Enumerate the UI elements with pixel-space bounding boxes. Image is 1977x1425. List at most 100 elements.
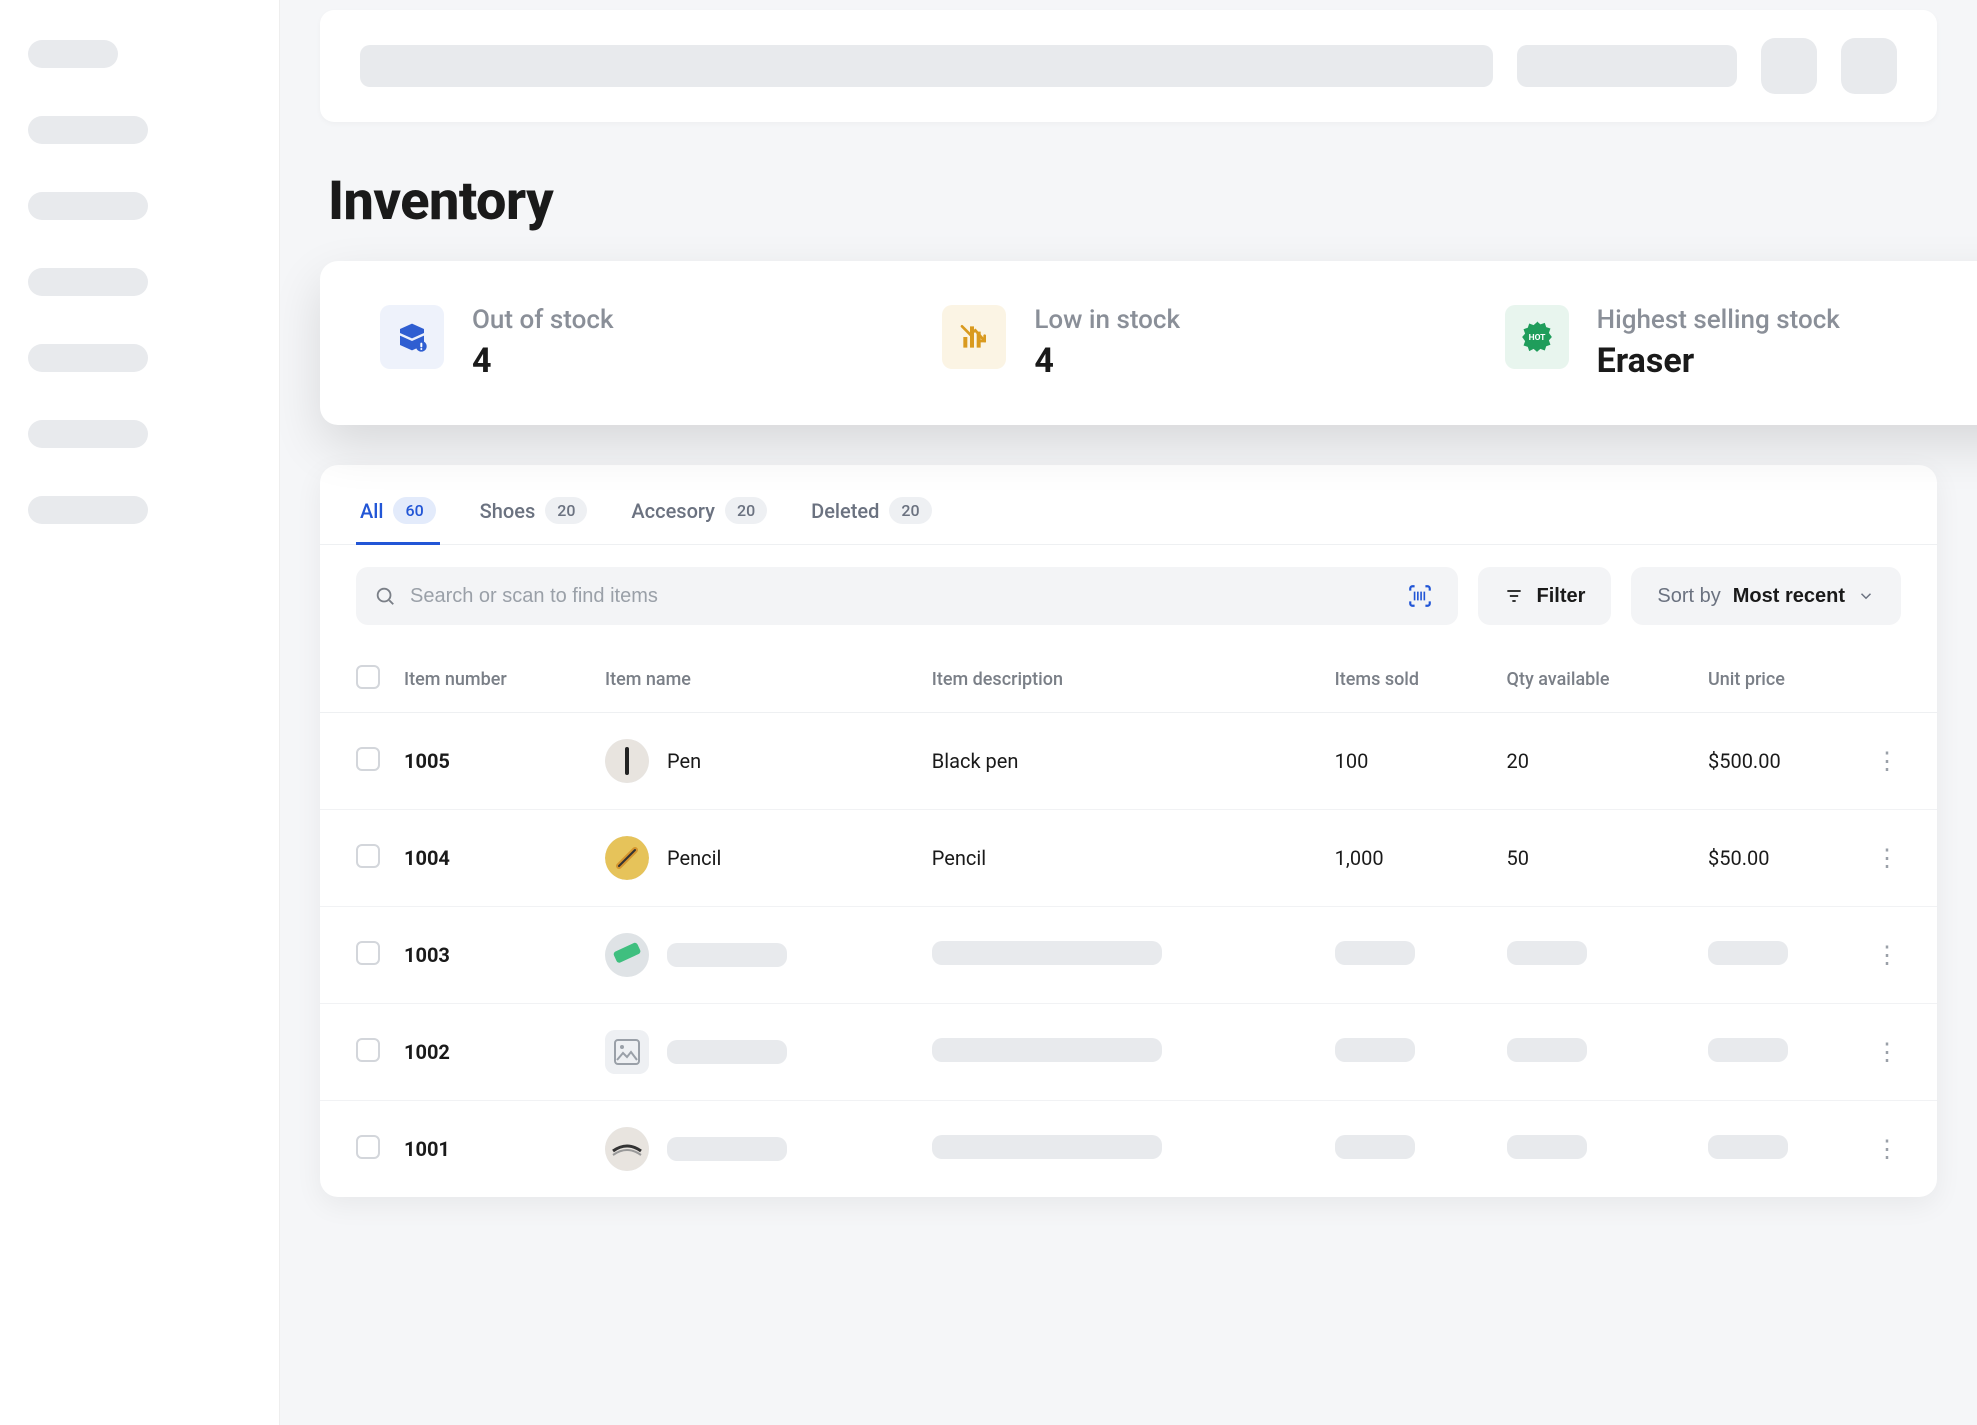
placeholder [667,1137,787,1161]
sort-value: Most recent [1733,585,1845,608]
row-checkbox[interactable] [356,941,380,965]
placeholder [1708,1135,1788,1159]
sidebar-item[interactable] [28,116,148,144]
table-row[interactable]: 1002 ⋮ [320,1004,1937,1101]
tab-all[interactable]: All 60 [356,487,440,545]
barcode-scan-icon[interactable] [1400,576,1440,616]
cell-items-sold [1323,1101,1495,1198]
search-input[interactable] [410,585,1386,608]
hot-badge-icon: HOT [1505,305,1569,369]
search-field[interactable] [356,567,1458,625]
cell-unit-price: $500.00 [1696,713,1861,810]
svg-text:HOT: HOT [1528,333,1546,343]
placeholder [932,941,1162,965]
tab-count-badge: 20 [889,497,931,524]
sidebar-item[interactable] [28,344,148,372]
placeholder [1335,941,1415,965]
table-row[interactable]: 1004PencilPencil1,00050$50.00⋮ [320,810,1937,907]
tabs: All60Shoes20Accesory20Deleted20 [320,465,1937,545]
sidebar-item[interactable] [28,192,148,220]
col-qty-available: Qty available [1495,647,1696,713]
topbar-control[interactable] [1517,45,1737,87]
topbar-search-placeholder[interactable] [360,45,1493,87]
sidebar-item[interactable] [28,420,148,448]
row-checkbox[interactable] [356,844,380,868]
placeholder [667,1040,787,1064]
row-checkbox[interactable] [356,747,380,771]
tab-count-badge: 60 [393,497,435,524]
cell-qty-available [1495,1004,1696,1101]
table-row[interactable]: 1001⋮ [320,1101,1937,1198]
cell-unit-price: $50.00 [1696,810,1861,907]
row-actions-button[interactable]: ⋮ [1873,844,1901,872]
sidebar-item[interactable] [28,40,118,68]
row-actions-button[interactable]: ⋮ [1873,1038,1901,1066]
topbar-icon-button[interactable] [1841,38,1897,94]
stat-label: Low in stock [1034,305,1180,335]
cell-qty-available: 50 [1495,810,1696,907]
cell-item-name [593,1004,920,1101]
cell-items-sold [1323,907,1495,1004]
tab-count-badge: 20 [545,497,587,524]
cell-items-sold: 1,000 [1323,810,1495,907]
cell-items-sold [1323,1004,1495,1101]
cell-unit-price [1696,1101,1861,1198]
stat-value: Eraser [1597,341,1840,381]
tab-count-badge: 20 [725,497,767,524]
sidebar-item[interactable] [28,268,148,296]
cell-item-number: 1004 [392,810,593,907]
row-checkbox[interactable] [356,1135,380,1159]
cell-item-number: 1003 [392,907,593,1004]
filter-label: Filter [1536,585,1585,608]
cell-item-description [920,907,1323,1004]
row-actions-button[interactable]: ⋮ [1873,941,1901,969]
cell-item-description [920,1101,1323,1198]
table-row[interactable]: 1005PenBlack pen10020$500.00⋮ [320,713,1937,810]
select-all-checkbox[interactable] [356,665,380,689]
sidebar-item[interactable] [28,496,148,524]
tab-label: All [360,499,383,523]
search-icon [374,585,396,607]
item-thumbnail [605,1127,649,1171]
page-title: Inventory [328,170,1929,233]
placeholder [932,1038,1162,1062]
inventory-table: Item number Item name Item description I… [320,647,1937,1197]
topbar-icon-button[interactable] [1761,38,1817,94]
col-unit-price: Unit price [1696,647,1861,713]
placeholder [1708,941,1788,965]
cell-qty-available [1495,907,1696,1004]
placeholder [667,943,787,967]
cell-qty-available: 20 [1495,713,1696,810]
cell-item-name: Pen [593,713,920,810]
item-thumbnail [605,933,649,977]
cell-item-number: 1002 [392,1004,593,1101]
tab-accesory[interactable]: Accesory20 [627,487,771,545]
item-name-text: Pencil [667,846,721,870]
tab-shoes[interactable]: Shoes 20 [476,487,592,545]
item-name-text: Pen [667,749,701,773]
filter-button[interactable]: Filter [1478,567,1611,625]
col-item-name: Item name [593,647,920,713]
item-thumbnail [605,739,649,783]
stat-value: 4 [1034,341,1180,381]
cell-qty-available [1495,1101,1696,1198]
tab-deleted[interactable]: Deleted20 [807,487,935,545]
cell-item-number: 1005 [392,713,593,810]
sort-prefix: Sort by [1657,585,1720,608]
main-content: Inventory Out of stock 4 Low in stock 4 [280,0,1977,1425]
col-items-sold: Items sold [1323,647,1495,713]
placeholder [932,1135,1162,1159]
tab-label: Shoes [480,499,536,523]
stat-highest-selling: HOT Highest selling stock Eraser [1505,305,1977,381]
cell-item-name [593,907,920,1004]
table-row[interactable]: 1003 ⋮ [320,907,1937,1004]
cell-item-description [920,1004,1323,1101]
row-actions-button[interactable]: ⋮ [1873,747,1901,775]
cell-item-name: Pencil [593,810,920,907]
cell-item-description: Black pen [920,713,1323,810]
inventory-table-card: All60Shoes20Accesory20Deleted20 [320,465,1937,1197]
row-checkbox[interactable] [356,1038,380,1062]
sort-button[interactable]: Sort by Most recent [1631,567,1901,625]
stats-card: Out of stock 4 Low in stock 4 HOT Highe [320,261,1977,425]
row-actions-button[interactable]: ⋮ [1873,1135,1901,1163]
